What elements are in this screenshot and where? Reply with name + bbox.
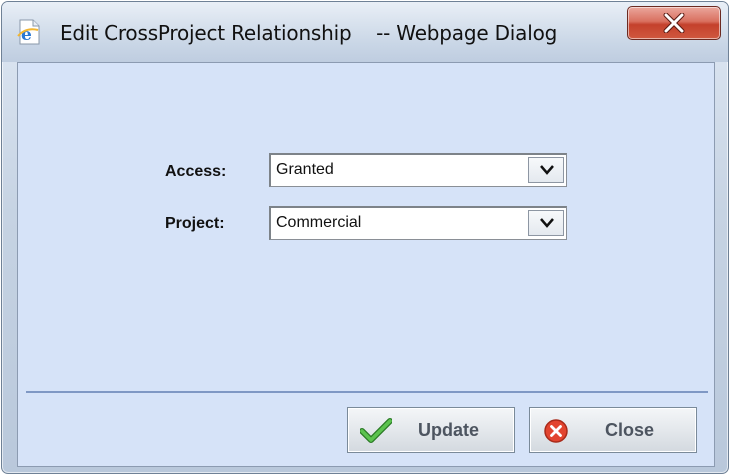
update-label: Update [418, 420, 480, 440]
window-close-button[interactable] [627, 6, 721, 40]
access-value: Granted [276, 161, 334, 178]
dialog-title: Edit CrossProject Relationship -- Webpag… [60, 21, 558, 45]
red-x-circle-icon [544, 419, 568, 447]
checkmark-icon [359, 418, 393, 448]
dialog-content: Access: Granted Project: Commercial Upda… [17, 62, 715, 467]
project-label: Project: [165, 215, 225, 232]
update-button[interactable]: Update [347, 407, 515, 453]
project-dropdown-button[interactable] [528, 210, 564, 236]
dialog-window: e Edit CrossProject Relationship -- Webp… [1, 1, 729, 474]
close-label: Close [605, 420, 655, 440]
access-select[interactable]: Granted [269, 153, 567, 187]
chevron-down-icon [540, 165, 554, 175]
button-divider [26, 391, 708, 393]
ie-page-icon: e [16, 19, 42, 45]
svg-text:e: e [21, 25, 32, 45]
close-x-icon [663, 13, 685, 33]
project-select[interactable]: Commercial [269, 206, 567, 240]
access-label: Access: [165, 163, 227, 180]
title-bar[interactable]: e Edit CrossProject Relationship -- Webp… [2, 2, 728, 62]
chevron-down-icon [540, 218, 554, 228]
access-dropdown-button[interactable] [528, 157, 564, 183]
project-value: Commercial [276, 214, 362, 231]
close-button[interactable]: Close [529, 407, 697, 453]
